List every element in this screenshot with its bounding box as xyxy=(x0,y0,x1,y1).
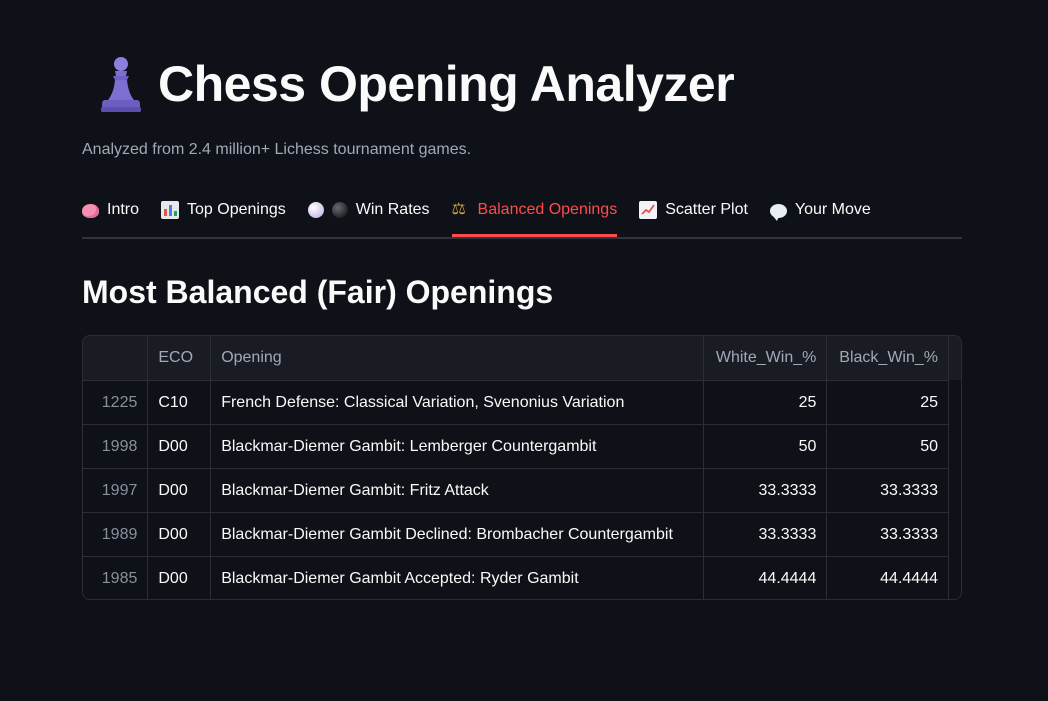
balance-scale-icon: ⚖ xyxy=(451,201,466,218)
black-circle-icon xyxy=(331,202,348,218)
tab-scatter-plot[interactable]: Scatter Plot xyxy=(639,190,748,230)
tab-label: Top Openings xyxy=(187,201,286,218)
tab-intro[interactable]: Intro xyxy=(82,190,139,230)
tab-top-openings[interactable]: Top Openings xyxy=(161,190,286,230)
cell-black-win[interactable]: 33.3333 xyxy=(826,512,949,557)
tab-bar: Intro Top Openings Win Rates ⚖ Balanced … xyxy=(82,190,962,239)
cell-opening[interactable]: Blackmar-Diemer Gambit Accepted: Ryder G… xyxy=(210,556,704,599)
tab-label: Intro xyxy=(107,201,140,218)
speech-bubble-icon xyxy=(769,204,787,221)
cell-white-win[interactable]: 50 xyxy=(703,424,828,469)
cell-black-win[interactable]: 44.4444 xyxy=(826,556,949,599)
cell-eco[interactable]: D00 xyxy=(147,556,212,599)
cell-eco[interactable]: D00 xyxy=(147,468,212,513)
tab-label: Scatter Plot xyxy=(665,201,748,218)
header-opening[interactable]: Opening xyxy=(210,336,704,381)
row-index: 1989 xyxy=(83,512,149,557)
table-row[interactable]: 1989 D00 Blackmar-Diemer Gambit Declined… xyxy=(83,512,949,557)
table-row[interactable]: 1985 D00 Blackmar-Diemer Gambit Accepted… xyxy=(83,556,949,599)
pawn-icon xyxy=(101,57,141,112)
cell-white-win[interactable]: 25 xyxy=(703,380,828,425)
row-index: 1225 xyxy=(83,380,149,425)
header-black-win[interactable]: Black_Win_% xyxy=(826,336,949,381)
header-index[interactable] xyxy=(83,336,149,381)
section-title: Most Balanced (Fair) Openings xyxy=(82,274,554,310)
cell-white-win[interactable]: 33.3333 xyxy=(703,512,828,557)
row-index: 1997 xyxy=(83,468,149,513)
tab-balanced-openings[interactable]: ⚖ Balanced Openings xyxy=(451,190,618,237)
tab-your-move[interactable]: Your Move xyxy=(769,190,871,230)
tab-label: Your Move xyxy=(794,201,871,218)
title-row: Chess Opening Analyzer xyxy=(98,52,735,116)
cell-black-win[interactable]: 50 xyxy=(826,424,949,469)
cell-opening[interactable]: Blackmar-Diemer Gambit Declined: Brombac… xyxy=(210,512,704,557)
cell-black-win[interactable]: 33.3333 xyxy=(826,468,949,513)
table-row[interactable]: 1998 D00 Blackmar-Diemer Gambit: Lemberg… xyxy=(83,424,949,469)
row-index: 1998 xyxy=(83,424,149,469)
openings-table: ECO Opening White_Win_% Black_Win_% 1225… xyxy=(83,336,949,599)
page-subtitle: Analyzed from 2.4 million+ Lichess tourn… xyxy=(82,141,472,158)
header-eco[interactable]: ECO xyxy=(147,336,212,381)
cell-opening[interactable]: Blackmar-Diemer Gambit: Fritz Attack xyxy=(210,468,704,513)
table-header-row: ECO Opening White_Win_% Black_Win_% xyxy=(83,336,949,381)
trend-chart-icon xyxy=(639,201,658,219)
app-page: Chess Opening Analyzer Analyzed from 2.4… xyxy=(0,0,1048,701)
table-row[interactable]: 1225 C10 French Defense: Classical Varia… xyxy=(83,380,949,425)
cell-eco[interactable]: C10 xyxy=(147,380,212,425)
tab-label: Win Rates xyxy=(355,201,430,218)
table-row[interactable]: 1997 D00 Blackmar-Diemer Gambit: Fritz A… xyxy=(83,468,949,513)
tab-win-rates[interactable]: Win Rates xyxy=(307,190,430,230)
white-circle-icon xyxy=(307,202,324,218)
header-white-win[interactable]: White_Win_% xyxy=(703,336,828,381)
cell-white-win[interactable]: 44.4444 xyxy=(703,556,828,599)
table-scroll-gutter xyxy=(949,336,961,380)
cell-eco[interactable]: D00 xyxy=(147,424,212,469)
brain-icon xyxy=(82,204,99,218)
bar-chart-icon xyxy=(161,201,180,219)
cell-white-win[interactable]: 33.3333 xyxy=(703,468,828,513)
cell-black-win[interactable]: 25 xyxy=(826,380,949,425)
cell-eco[interactable]: D00 xyxy=(147,512,212,557)
page-title: Chess Opening Analyzer xyxy=(158,56,735,112)
cell-opening[interactable]: Blackmar-Diemer Gambit: Lemberger Counte… xyxy=(210,424,704,469)
data-table[interactable]: ECO Opening White_Win_% Black_Win_% 1225… xyxy=(82,335,962,600)
tab-label: Balanced Openings xyxy=(477,201,618,218)
row-index: 1985 xyxy=(83,556,149,599)
cell-opening[interactable]: French Defense: Classical Variation, Sve… xyxy=(210,380,704,425)
